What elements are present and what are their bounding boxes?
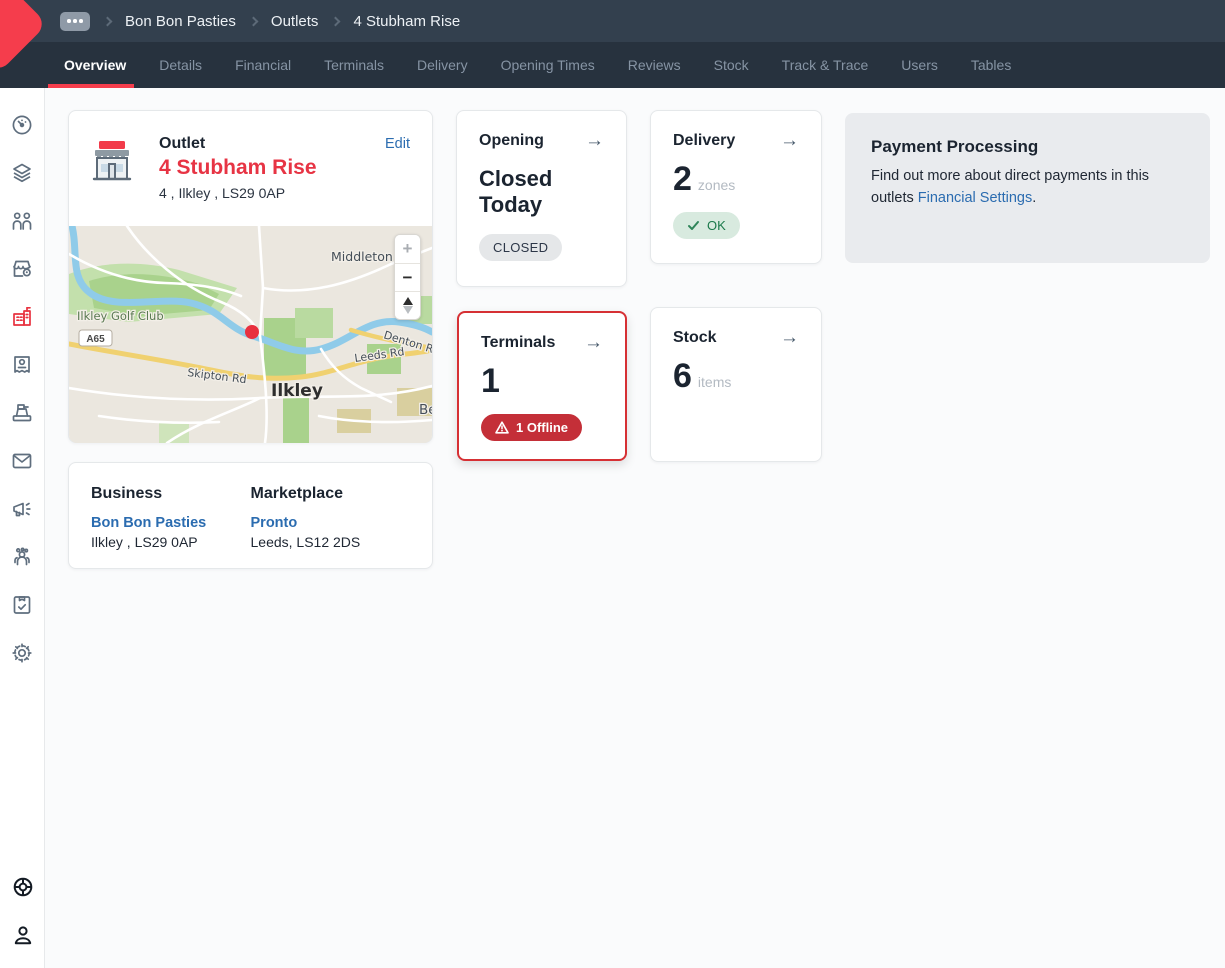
payment-title: Payment Processing [871,137,1184,157]
buildings-icon[interactable] [10,305,34,329]
terminals-card[interactable]: Terminals → 1 1 Offline [457,311,627,461]
marketplace-link[interactable]: Pronto [251,515,411,531]
map-label-golf-club: Ilkley Golf Club [77,309,164,323]
shop-location-icon[interactable] [10,257,34,281]
breadcrumb-current[interactable]: 4 Stubham Rise [353,13,460,30]
chevron-right-icon [248,16,258,26]
arrow-right-icon[interactable]: → [585,131,604,150]
payment-description: Find out more about direct payments in t… [871,166,1184,210]
main-content: Outlet 4 Stubham Rise 4 , Ilkley , LS29 … [45,88,1225,968]
warning-icon [495,421,509,434]
delivery-unit: zones [698,177,735,193]
tab-track-trace[interactable]: Track & Trace [782,42,869,88]
breadcrumb-business[interactable]: Bon Bon Pasties [125,13,236,30]
outlet-card: Outlet 4 Stubham Rise 4 , Ilkley , LS29 … [68,110,433,443]
lifebuoy-icon[interactable] [11,875,35,899]
tab-stock[interactable]: Stock [714,42,749,88]
edit-outlet-link[interactable]: Edit [385,136,410,152]
opening-title: Opening [479,132,544,150]
outlet-map[interactable]: Middleton Ilkley Golf Club Skipton Rd Il… [69,226,432,443]
team-icon[interactable] [10,545,34,569]
opening-status: Closed Today [479,166,589,218]
check-icon [687,219,700,232]
marketplace-address: Leeds, LS12 2DS [251,534,411,550]
business-marketplace-card: Business Bon Bon Pasties Ilkley , LS29 0… [68,462,433,569]
chevron-right-icon [331,16,341,26]
arrow-right-icon[interactable]: → [584,333,603,352]
map-compass-button[interactable] [395,291,420,319]
map-zoom-out-button[interactable]: − [395,263,420,291]
mail-icon[interactable] [10,449,34,473]
clipboard-check-icon[interactable] [10,593,34,617]
tab-tables[interactable]: Tables [971,42,1011,88]
couriers-icon[interactable] [10,209,34,233]
tab-bar: Overview Details Financial Terminals Del… [0,42,1225,88]
stock-unit: items [698,374,731,390]
layers-icon[interactable] [10,161,34,185]
tab-details[interactable]: Details [159,42,202,88]
sidebar [0,88,45,968]
svg-text:A65: A65 [86,334,105,345]
breadcrumb-outlets[interactable]: Outlets [271,13,319,30]
stock-card[interactable]: Stock → 6 items [650,307,822,462]
stock-title: Stock [673,329,717,347]
map-label-ilkley: Ilkley [271,381,323,401]
map-zoom-in-button[interactable]: + [395,235,420,263]
tab-opening-times[interactable]: Opening Times [501,42,595,88]
delivery-zones-count: 2 [673,162,692,196]
tab-overview[interactable]: Overview [64,42,126,88]
business-link[interactable]: Bon Bon Pasties [91,515,251,531]
business-address: Ilkley , LS29 0AP [91,534,251,550]
megaphone-icon[interactable] [10,497,34,521]
delivery-title: Delivery [673,132,735,150]
tab-reviews[interactable]: Reviews [628,42,681,88]
breadcrumb: Bon Bon Pasties Outlets 4 Stubham Rise [60,0,460,42]
gear-icon[interactable] [10,641,34,665]
cash-register-icon[interactable] [10,401,34,425]
ellipsis-icon[interactable] [60,12,90,31]
outlet-name: 4 Stubham Rise [159,156,410,180]
outlet-label: Outlet [159,135,410,153]
closed-badge: CLOSED [479,234,562,261]
compass-down-icon [403,306,413,314]
tab-financial[interactable]: Financial [235,42,291,88]
gauge-icon[interactable] [10,113,34,137]
marketplace-title: Marketplace [251,485,411,503]
tab-nav: Overview Details Financial Terminals Del… [64,42,1011,88]
payment-processing-card: Payment Processing Find out more about d… [845,113,1210,263]
arrow-right-icon[interactable]: → [780,131,799,150]
map-label-middleton: Middleton [331,249,393,264]
map-marker-dot [245,325,259,339]
compass-up-icon [403,297,413,305]
tab-delivery[interactable]: Delivery [417,42,468,88]
map-label-be: Be [419,402,432,418]
tab-users[interactable]: Users [901,42,938,88]
receipt-contact-icon[interactable] [10,353,34,377]
storefront-icon [89,138,135,189]
business-title: Business [91,485,251,503]
delivery-ok-badge: OK [673,212,740,239]
person-icon[interactable] [11,923,35,947]
financial-settings-link[interactable]: Financial Settings [918,190,1032,206]
outlet-address: 4 , Ilkley , LS29 0AP [159,185,410,201]
chevron-right-icon [103,16,113,26]
terminals-offline-badge: 1 Offline [481,414,582,441]
arrow-right-icon[interactable]: → [780,328,799,347]
delivery-card[interactable]: Delivery → 2 zones OK [650,110,822,264]
terminals-title: Terminals [481,334,555,352]
stock-count: 6 [673,359,692,393]
tab-terminals[interactable]: Terminals [324,42,384,88]
terminals-count: 1 [481,364,500,398]
opening-card[interactable]: Opening → Closed Today CLOSED [456,110,627,287]
map-road-badge-a65: A65 [79,330,112,346]
map-controls: + − [394,234,421,320]
